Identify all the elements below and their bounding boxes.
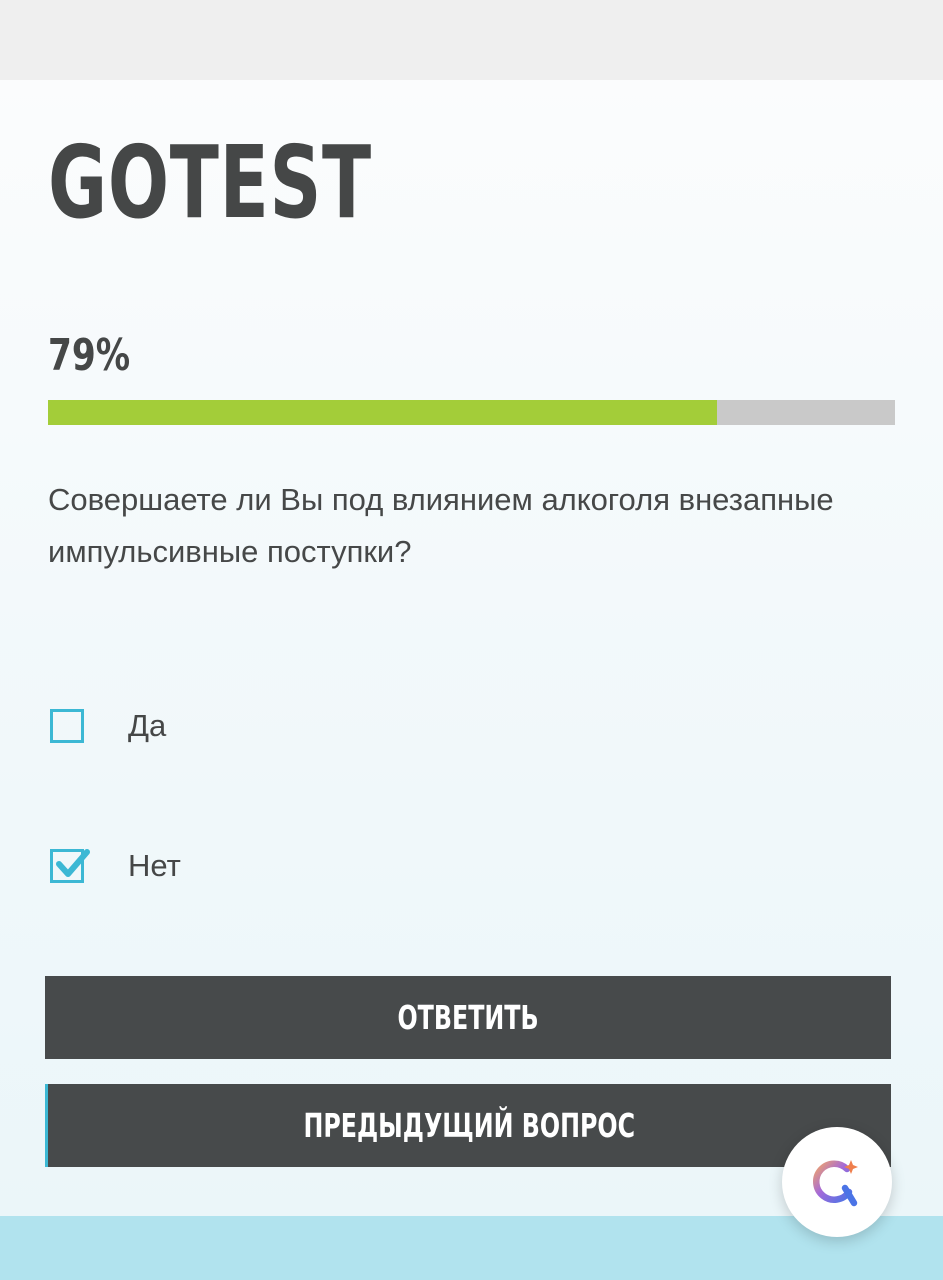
previous-question-button[interactable]: ПРЕДЫДУЩИЙ ВОПРОС xyxy=(45,1084,891,1167)
option-label: Нет xyxy=(128,848,181,883)
answer-button-label: ОТВЕТИТЬ xyxy=(397,998,539,1037)
checkbox-unchecked[interactable] xyxy=(50,709,84,743)
assistant-search-icon xyxy=(813,1160,858,1207)
progress-bar xyxy=(48,400,895,425)
assistant-button[interactable] xyxy=(782,1127,892,1237)
answer-button[interactable]: ОТВЕТИТЬ xyxy=(45,976,891,1059)
question-text: Совершаете ли Вы под влиянием алкоголя в… xyxy=(48,482,834,569)
checkbox-checked[interactable] xyxy=(50,849,90,883)
previous-question-button-label: ПРЕДЫДУЩИЙ ВОПРОС xyxy=(303,1106,636,1145)
checkmark-icon xyxy=(56,849,90,877)
option-label: Да xyxy=(128,708,167,743)
option-yes[interactable]: Да xyxy=(50,706,166,746)
progress-bar-fill xyxy=(48,400,718,425)
footer-band xyxy=(0,1216,943,1280)
progress-percent: 79% xyxy=(48,330,131,381)
option-no[interactable]: Нет xyxy=(50,846,181,886)
site-logo[interactable]: GOTEST xyxy=(48,128,372,238)
top-bar xyxy=(0,0,943,80)
